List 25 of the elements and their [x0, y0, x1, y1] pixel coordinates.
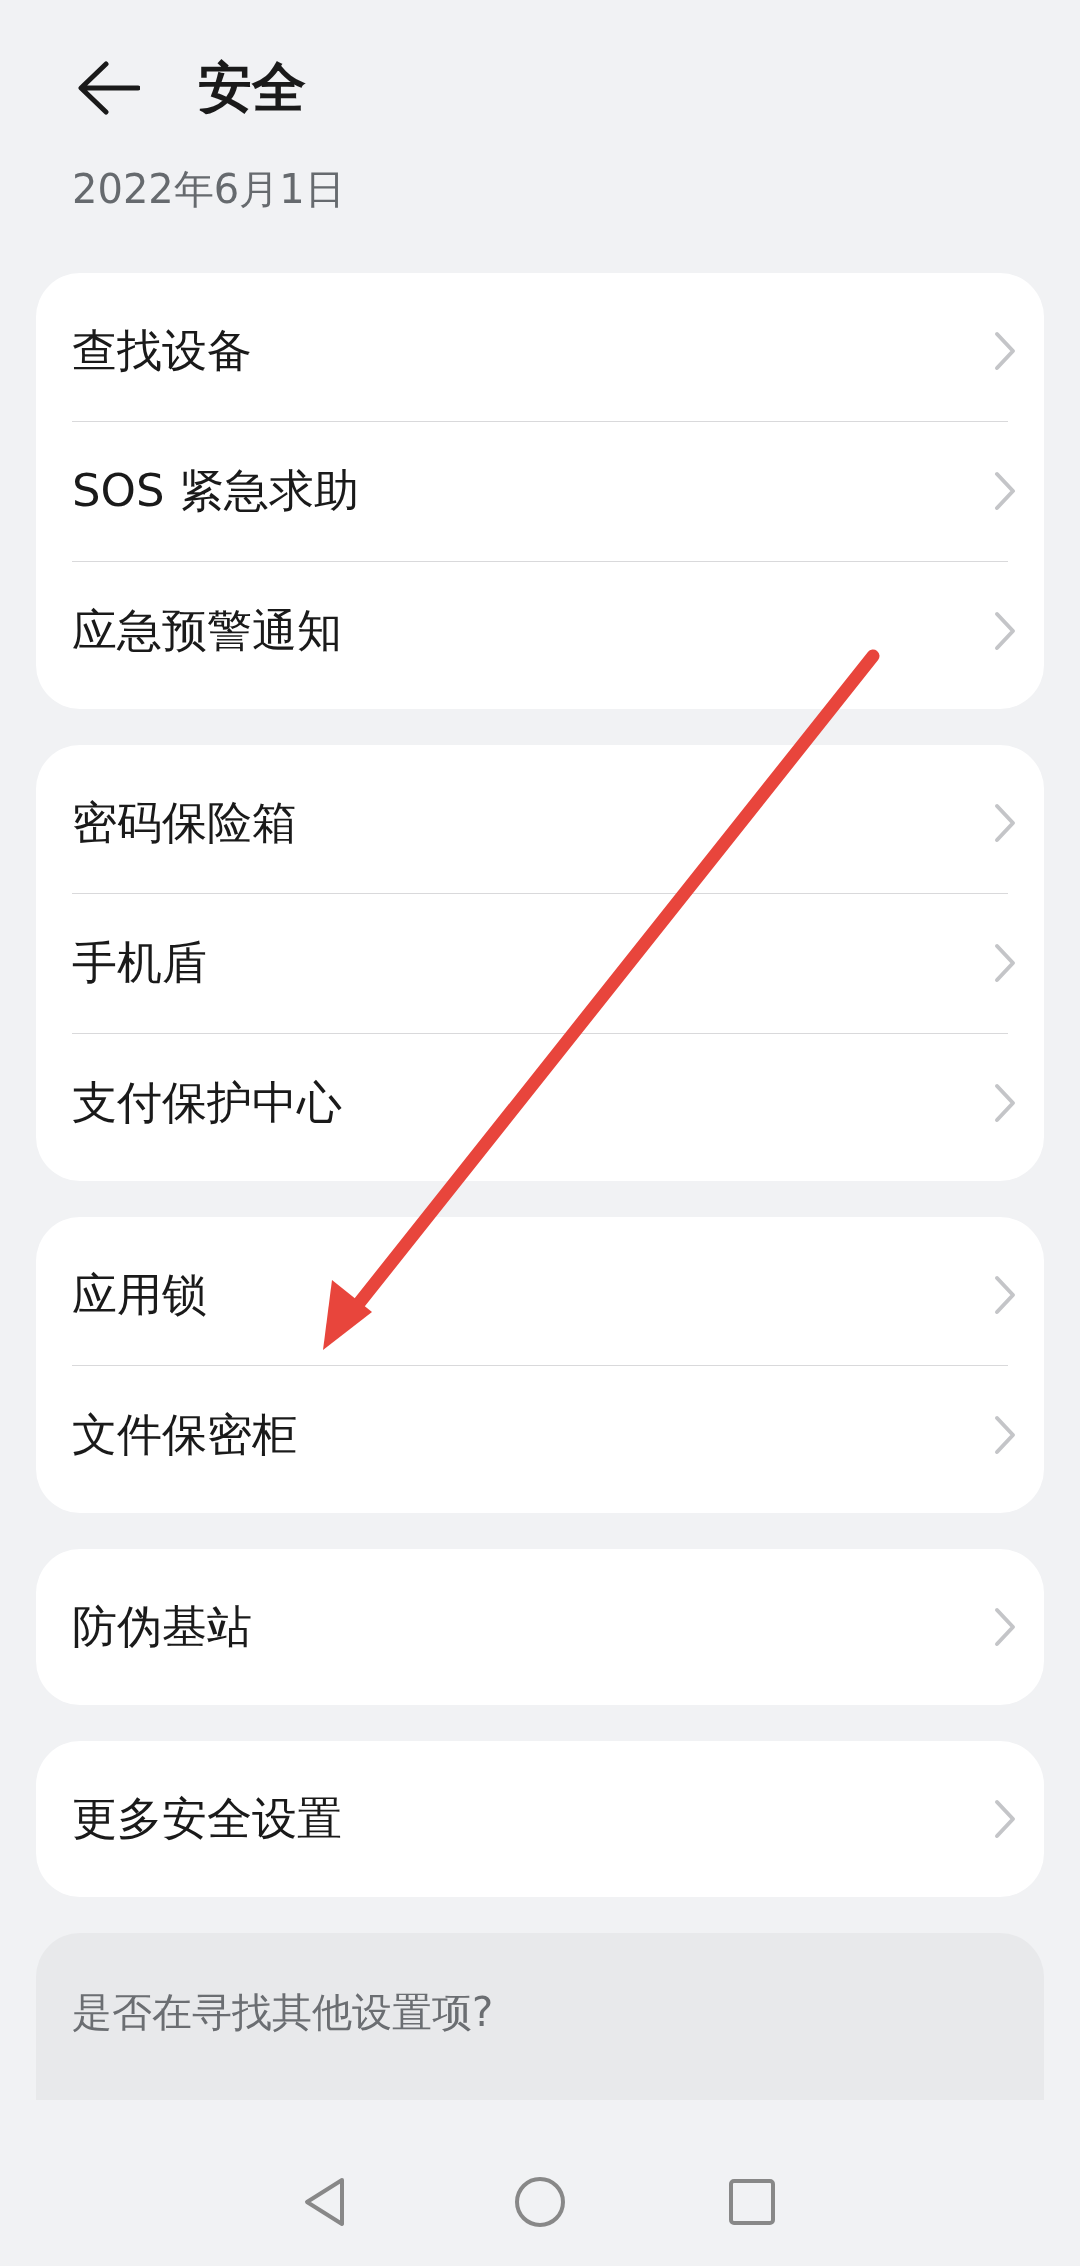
chevron-right-icon [994, 943, 1016, 983]
settings-row[interactable]: 更多安全设置 [36, 1749, 1044, 1889]
back-icon[interactable] [76, 60, 140, 116]
chevron-right-icon [994, 803, 1016, 843]
chevron-right-icon [994, 1415, 1016, 1455]
page-title: 安全 [198, 54, 306, 121]
settings-row[interactable]: 支付保护中心 [36, 1033, 1044, 1173]
chevron-right-icon [994, 611, 1016, 651]
settings-row[interactable]: 防伪基站 [36, 1557, 1044, 1697]
chevron-right-icon [994, 1607, 1016, 1647]
settings-row[interactable]: 文件保密柜 [36, 1365, 1044, 1505]
chevron-right-icon [994, 331, 1016, 371]
chevron-right-icon [994, 471, 1016, 511]
settings-row[interactable]: 手机盾 [36, 893, 1044, 1033]
settings-row[interactable]: 应用锁 [36, 1225, 1044, 1365]
chevron-right-icon [994, 1799, 1016, 1839]
settings-row[interactable]: 查找设备 [36, 281, 1044, 421]
chevron-right-icon [994, 1083, 1016, 1123]
hint-text[interactable]: 是否在寻找其他设置项? [72, 1989, 494, 2035]
chevron-right-icon [994, 1275, 1016, 1315]
date-text: 2022年6月1日 [72, 166, 345, 212]
home-icon[interactable] [514, 2175, 566, 2228]
settings-row[interactable]: 应急预警通知 [36, 561, 1044, 701]
settings-row[interactable]: SOS 紧急求助 [36, 421, 1044, 561]
settings-row[interactable]: 密码保险箱 [36, 753, 1044, 893]
